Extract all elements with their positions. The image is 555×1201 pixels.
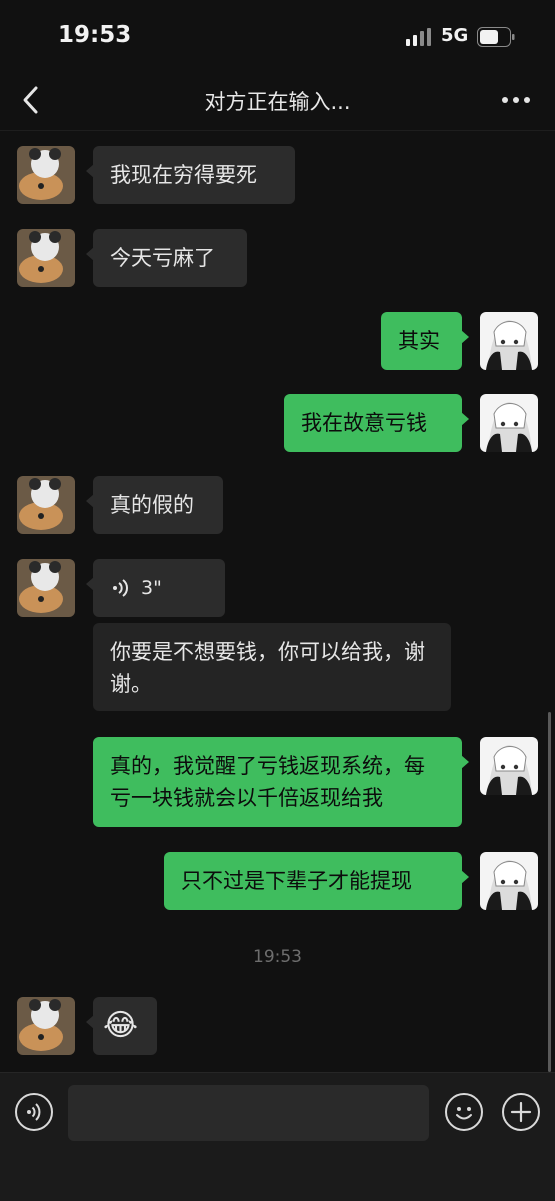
message-text: 只不过是下辈子才能提现: [181, 869, 412, 893]
my-avatar[interactable]: [480, 737, 538, 795]
message-bubble[interactable]: 真的，我觉醒了亏钱返现系统，每亏一块钱就会以千倍返现给我: [93, 737, 469, 827]
signal-icon: [406, 28, 431, 46]
contact-avatar[interactable]: [17, 559, 75, 617]
time-separator: 19:53: [253, 947, 302, 967]
message-bubble[interactable]: 我现在穷得要死: [86, 146, 295, 204]
input-bar: [0, 1072, 555, 1201]
message-text: 我现在穷得要死: [110, 163, 257, 187]
contact-avatar[interactable]: [17, 229, 75, 287]
message-bubble[interactable]: 今天亏麻了: [86, 229, 247, 287]
message-text: 真的，我觉醒了亏钱返现系统，每亏一块钱就会以千倍返现给我: [110, 754, 425, 810]
contact-avatar[interactable]: [17, 476, 75, 534]
voice-duration: 3": [141, 577, 162, 599]
message-text: 你要是不想要钱，你可以给我，谢谢。: [110, 640, 425, 696]
status-bar: 19:53 5G: [0, 0, 555, 70]
voice-transcript[interactable]: 你要是不想要钱，你可以给我，谢谢。: [93, 623, 451, 711]
chat-header: 对方正在输入...: [0, 70, 555, 131]
message-input[interactable]: [68, 1085, 429, 1141]
message-text: 真的假的: [110, 493, 194, 517]
my-avatar[interactable]: [480, 852, 538, 910]
message-bubble[interactable]: 只不过是下辈子才能提现: [164, 852, 469, 910]
message-bubble[interactable]: 😂: [86, 997, 157, 1055]
message-text: 今天亏麻了: [110, 246, 215, 270]
emoji-button[interactable]: [445, 1093, 483, 1131]
emoji-message: 😂: [103, 1008, 139, 1043]
voice-icon: [27, 1103, 41, 1121]
voice-message[interactable]: 3": [86, 559, 225, 617]
plus-icon: [510, 1101, 532, 1123]
contact-avatar[interactable]: [17, 997, 75, 1055]
scrollbar[interactable]: [548, 712, 551, 1072]
message-bubble[interactable]: 其实: [381, 312, 469, 370]
chat-title: 对方正在输入...: [204, 90, 351, 114]
voice-input-button[interactable]: [15, 1093, 53, 1131]
more-functions-button[interactable]: [502, 1093, 540, 1131]
my-avatar[interactable]: [480, 312, 538, 370]
network-label: 5G: [441, 25, 469, 46]
message-bubble[interactable]: 真的假的: [86, 476, 223, 534]
message-bubble[interactable]: 我在故意亏钱: [284, 394, 469, 452]
status-time: 19:53: [58, 22, 132, 48]
battery-icon: [477, 27, 515, 47]
message-text: 其实: [398, 329, 440, 353]
voice-wave-icon: [113, 579, 128, 597]
message-text: 我在故意亏钱: [301, 411, 427, 435]
message-list[interactable]: 我现在穷得要死 今天亏麻了 其实 我在故意亏钱 真的假的 3" 你要是不想要钱，…: [0, 131, 555, 1072]
contact-avatar[interactable]: [17, 146, 75, 204]
emoji-icon: [456, 1107, 472, 1120]
more-icon[interactable]: [498, 86, 534, 114]
my-avatar[interactable]: [480, 394, 538, 452]
